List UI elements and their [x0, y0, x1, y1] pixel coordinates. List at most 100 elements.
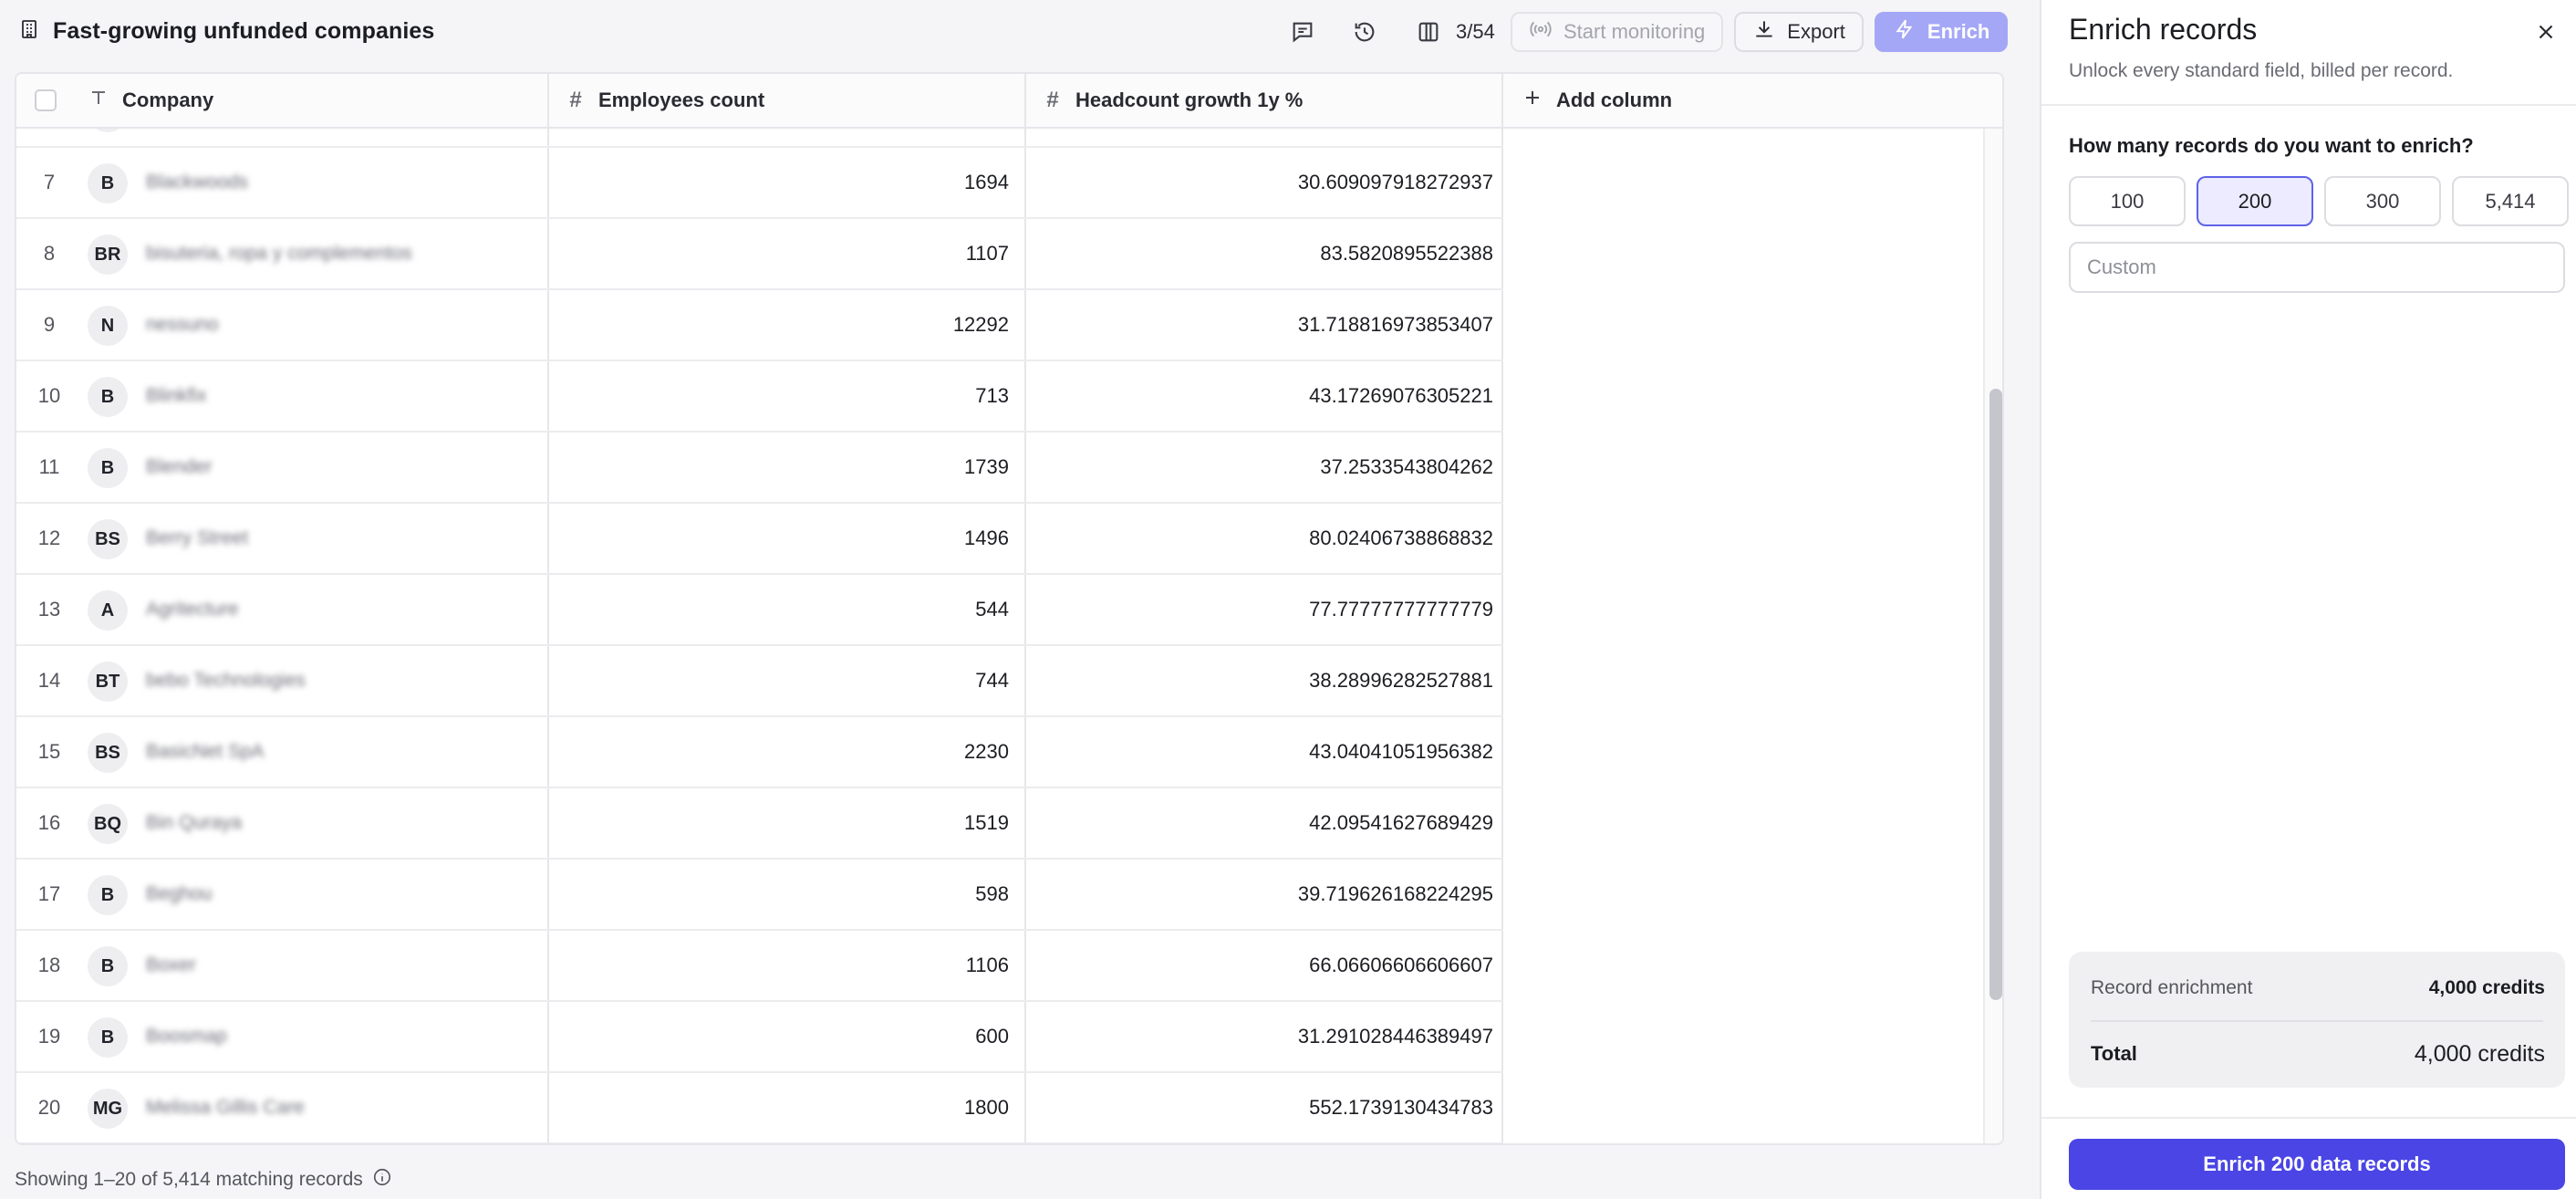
company-name[interactable]: bebo Technologies	[146, 646, 306, 715]
table-row[interactable]: 7 B Blackwoods 1694 30.609097918272937	[16, 148, 1503, 219]
employees-count-cell[interactable]: 744	[549, 646, 1009, 715]
employees-count-cell[interactable]: 713	[549, 361, 1009, 431]
vertical-scrollbar-thumb[interactable]	[1989, 389, 2002, 1000]
panel-subtitle: Unlock every standard field, billed per …	[2069, 60, 2454, 81]
company-name[interactable]: BasicNet SpA	[146, 717, 265, 787]
company-name[interactable]: Blender	[146, 433, 212, 502]
row-number: 13	[37, 598, 61, 620]
company-name[interactable]: Melissa Gillis Care	[146, 1073, 305, 1142]
headcount-growth-cell[interactable]: 43.17269076305221	[1026, 361, 1493, 431]
company-name[interactable]: Blinkfix	[146, 361, 207, 431]
headcount-growth-cell[interactable]: 31.291028446389497	[1026, 1002, 1493, 1071]
company-avatar: BT	[88, 662, 128, 702]
close-icon[interactable]	[2530, 16, 2561, 47]
row-number: 9	[43, 313, 56, 336]
employees-count-cell[interactable]: 1519	[549, 788, 1009, 858]
divider	[2041, 104, 2576, 106]
table-row[interactable]: 16 BQ Bin Quraya 1519 42.09541627689429	[16, 788, 1503, 860]
headcount-growth-cell[interactable]: 77.77777777777779	[1026, 575, 1493, 644]
lightning-icon	[1893, 17, 1916, 47]
table-row[interactable]: 10 B Blinkfix 713 43.17269076305221	[16, 361, 1503, 433]
plus-icon	[1522, 87, 1543, 114]
company-name[interactable]: bisuteria, ropa y complementos	[146, 219, 412, 288]
company-name[interactable]: Boxer	[146, 931, 196, 1000]
company-name[interactable]: nessuno	[146, 290, 218, 360]
table-body: 7 B Blackwoods 1694 30.609097918272937 8 BR bis…	[16, 129, 2002, 1143]
history-icon[interactable]	[1348, 16, 1381, 48]
table-row[interactable]: 11 B Blender 1739 37.2533543804262	[16, 433, 1503, 504]
headcount-growth-cell[interactable]: 66.06606606606607	[1026, 931, 1493, 1000]
row-number: 17	[37, 882, 61, 905]
enrich-button[interactable]: Enrich	[1874, 12, 2009, 52]
select-all-checkbox[interactable]	[35, 89, 57, 111]
company-name[interactable]: Berry Street	[146, 504, 248, 573]
headcount-growth-cell[interactable]: 42.09541627689429	[1026, 788, 1493, 858]
headcount-growth-cell[interactable]: 83.5820895522388	[1026, 219, 1493, 288]
row-number: 8	[43, 242, 56, 265]
employees-count-cell[interactable]: 1496	[549, 504, 1009, 573]
headcount-growth-cell[interactable]: 552.1739130434783	[1026, 1073, 1493, 1142]
employees-count-cell[interactable]: 2230	[549, 717, 1009, 787]
status-text: Showing 1–20 of 5,414 matching records	[15, 1169, 363, 1190]
employees-count-cell[interactable]: 600	[549, 1002, 1009, 1071]
enrich-panel: Enrich records Unlock every standard fie…	[2040, 0, 2576, 1199]
column-header-employees[interactable]: # Employees count	[566, 74, 764, 127]
company-name[interactable]: Beghou	[146, 860, 212, 929]
app-window: Fast-growing unfunded companies 3/54 Sta…	[0, 0, 2576, 1199]
panel-title: Enrich records	[2069, 13, 2258, 46]
employees-count-cell[interactable]: 598	[549, 860, 1009, 929]
table-row[interactable]: 13 A Agritecture 544 77.77777777777779	[16, 575, 1503, 646]
table-row[interactable]: 19 B Boosmap 600 31.291028446389497	[16, 1002, 1503, 1073]
enrich-records-button[interactable]: Enrich 200 data records	[2069, 1139, 2565, 1190]
headcount-growth-cell[interactable]: 31.718816973853407	[1026, 290, 1493, 360]
custom-count-input[interactable]	[2069, 242, 2565, 293]
info-icon[interactable]	[372, 1167, 392, 1193]
employees-count-cell[interactable]: 12292	[549, 290, 1009, 360]
table-row[interactable]: 15 BS BasicNet SpA 2230 43.04041051956382	[16, 717, 1503, 788]
columns-icon[interactable]	[1412, 16, 1445, 48]
headcount-growth-cell[interactable]: 80.02406738868832	[1026, 504, 1493, 573]
record-count-option[interactable]: 5,414	[2452, 176, 2569, 226]
headcount-growth-cell[interactable]: 38.28996282527881	[1026, 646, 1493, 715]
employees-count-cell[interactable]: 544	[549, 575, 1009, 644]
company-name[interactable]: Boosmap	[146, 1002, 227, 1071]
company-name[interactable]: Bin Quraya	[146, 788, 242, 858]
table-row[interactable]: 8 BR bisuteria, ropa y complementos 1107 83.…	[16, 219, 1503, 290]
start-monitoring-label: Start monitoring	[1563, 20, 1706, 43]
employees-count-cell[interactable]: 1106	[549, 931, 1009, 1000]
company-avatar: B	[88, 875, 128, 915]
table-row[interactable]: 9 Nnessuno 12292 31.718816973853407	[16, 290, 1503, 361]
employees-count-cell[interactable]: 1694	[549, 148, 1009, 217]
table-row[interactable]: 12 BS Berry Street 1496 80.02406738868832	[16, 504, 1503, 575]
company-header-label: Company	[122, 89, 214, 111]
company-name[interactable]: Agritecture	[146, 575, 239, 644]
company-name[interactable]: Blackwoods	[146, 148, 248, 217]
headcount-growth-cell[interactable]: 37.2533543804262	[1026, 433, 1493, 502]
headcount-growth-cell[interactable]: 39.719626168224295	[1026, 860, 1493, 929]
page-title: Fast-growing unfunded companies	[53, 17, 435, 44]
record-count-option[interactable]: 200	[2197, 176, 2313, 226]
record-enrichment-label: Record enrichment	[2091, 977, 2253, 998]
table-row[interactable]: 17 B Beghou 598 39.719626168224295	[16, 860, 1503, 931]
employees-count-cell[interactable]: 1800	[549, 1073, 1009, 1142]
employees-count-cell[interactable]: 1739	[549, 433, 1009, 502]
export-button[interactable]: Export	[1734, 12, 1864, 52]
table-row[interactable]	[16, 129, 1503, 148]
record-count-option[interactable]: 100	[2069, 176, 2186, 226]
add-column-label: Add column	[1556, 89, 1673, 111]
columns-count[interactable]: 3/54	[1456, 20, 1495, 44]
table-row[interactable]: 14 BT bebo Technologies 744 38.2899628252788…	[16, 646, 1503, 717]
column-header-growth[interactable]: # Headcount growth 1y %	[1043, 74, 1303, 127]
broadcast-icon	[1529, 17, 1553, 47]
column-header-company[interactable]: Company	[88, 74, 213, 127]
start-monitoring-button[interactable]: Start monitoring	[1511, 12, 1724, 52]
table-row[interactable]: 18 B Boxer 1106 66.06606606606607	[16, 931, 1503, 1002]
headcount-growth-cell[interactable]: 43.04041051956382	[1026, 717, 1493, 787]
add-column-button[interactable]: Add column	[1522, 74, 1672, 127]
growth-header-label: Headcount growth 1y %	[1075, 89, 1304, 111]
record-count-option[interactable]: 300	[2324, 176, 2441, 226]
headcount-growth-cell[interactable]: 30.609097918272937	[1026, 148, 1493, 217]
employees-count-cell[interactable]: 1107	[549, 219, 1009, 288]
comments-icon[interactable]	[1286, 16, 1319, 48]
table-row[interactable]: 20 MG Melissa Gillis Care 1800 552.173913043…	[16, 1073, 1503, 1143]
